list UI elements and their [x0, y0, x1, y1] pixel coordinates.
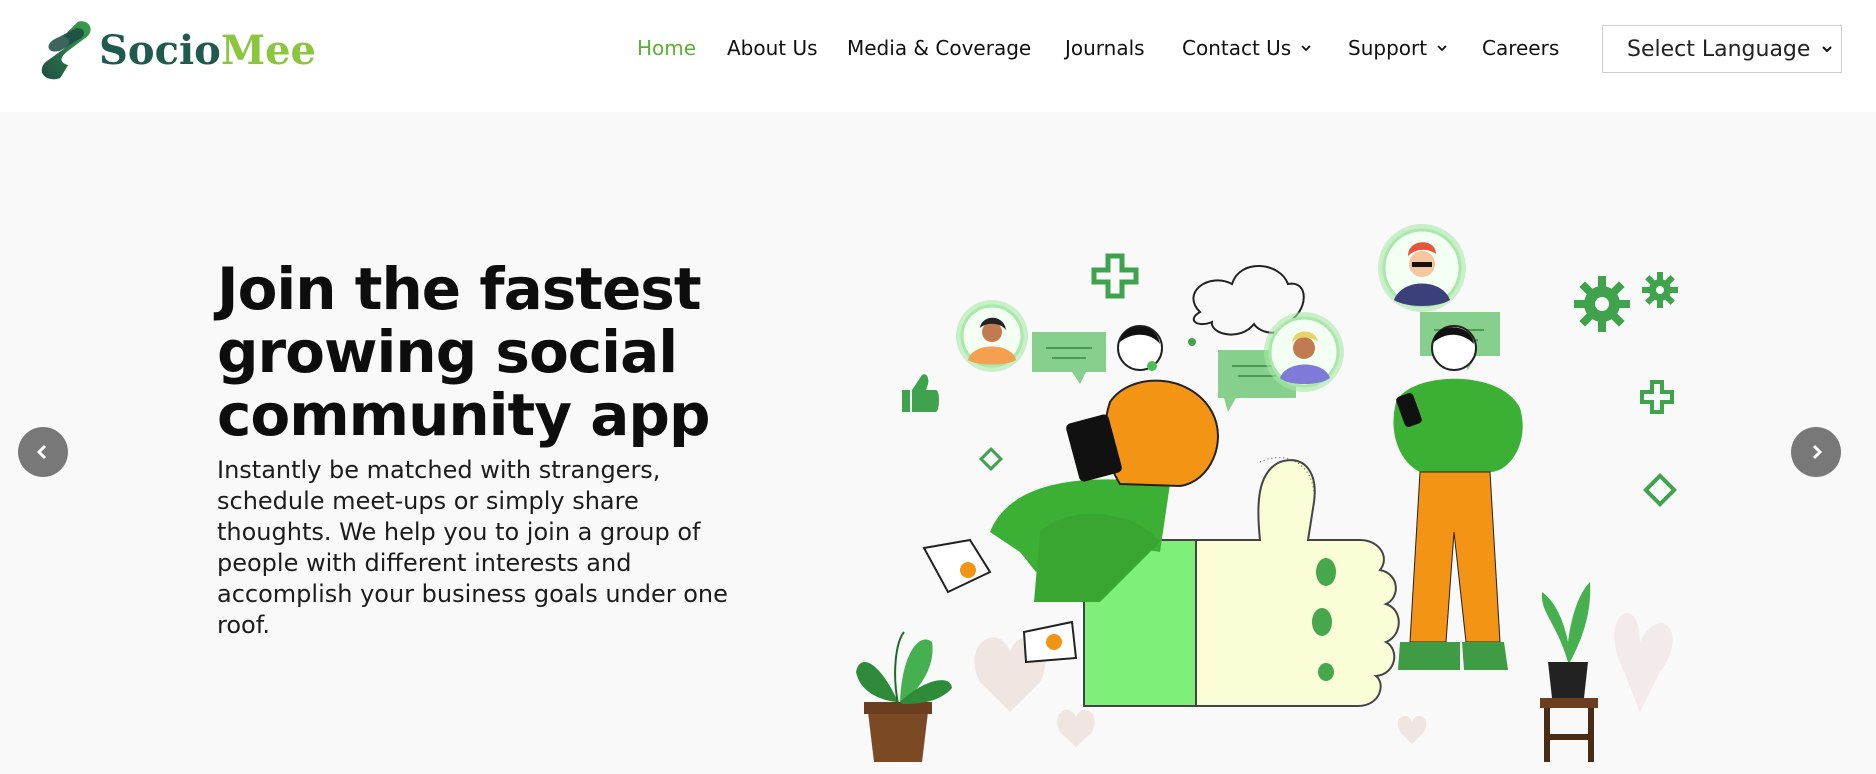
hero-banner: Join the fastest growing social communit… — [0, 112, 1876, 774]
nav-support[interactable]: Support — [1348, 32, 1447, 64]
brand-name-part2: Mee — [220, 26, 316, 74]
language-select-value: Select Language — [1627, 36, 1811, 62]
diamond-shape — [978, 446, 1004, 472]
chevron-left-icon — [36, 444, 47, 460]
gear-icon — [1574, 276, 1630, 332]
nav-media-coverage[interactable]: Media & Coverage — [847, 32, 1031, 64]
chevron-down-icon — [1301, 45, 1311, 52]
nav-careers-label: Careers — [1482, 36, 1560, 60]
nav-journals-label: Journals — [1065, 36, 1145, 60]
avatar-man-icon — [1264, 312, 1344, 392]
site-header: SocioMee Home About Us Media & Coverage … — [0, 0, 1876, 112]
nav-contact-us-label: Contact Us — [1182, 36, 1292, 60]
chevron-right-icon — [1812, 444, 1823, 460]
carousel-next-button[interactable] — [1791, 427, 1841, 477]
potted-plant-right-icon — [1540, 582, 1598, 762]
nav-home[interactable]: Home — [637, 32, 696, 64]
community-illustration — [856, 224, 1678, 762]
chevron-down-icon — [1822, 46, 1832, 53]
plus-icon — [1091, 253, 1139, 299]
chat-bubble-icon — [1032, 332, 1106, 384]
nav-support-label: Support — [1348, 36, 1428, 60]
language-select[interactable]: Select Language — [1602, 25, 1842, 73]
brand-logo[interactable]: SocioMee — [36, 10, 316, 90]
hero-headline: Join the fastest growing social communit… — [217, 255, 710, 449]
diamond-shape — [1643, 473, 1677, 507]
chevron-down-icon — [1437, 45, 1447, 52]
nav-home-label: Home — [637, 36, 697, 60]
nav-media-coverage-label: Media & Coverage — [847, 36, 1032, 60]
nav-careers[interactable]: Careers — [1482, 32, 1559, 64]
thumbs-up-icon — [902, 374, 939, 412]
nav-contact-us[interactable]: Contact Us — [1182, 32, 1311, 64]
gear-icon — [1642, 272, 1678, 308]
nav-journals[interactable]: Journals — [1065, 32, 1145, 64]
potted-plant-left-icon — [856, 631, 952, 762]
avatar-man-sunglasses-icon — [1378, 224, 1466, 312]
carousel-prev-button[interactable] — [18, 427, 68, 477]
hero-subtext: Instantly be matched with strangers, sch… — [217, 456, 728, 639]
plus-icon — [1640, 380, 1674, 414]
brand-name: SocioMee — [99, 27, 316, 74]
nav-about-us[interactable]: About Us — [727, 32, 818, 64]
man-with-phone-illustration — [1393, 325, 1523, 670]
nav-about-us-label: About Us — [727, 36, 818, 60]
avatar-woman-icon — [956, 300, 1028, 372]
logo-mark-icon — [41, 21, 91, 80]
brand-name-part1: Socio — [99, 26, 221, 74]
